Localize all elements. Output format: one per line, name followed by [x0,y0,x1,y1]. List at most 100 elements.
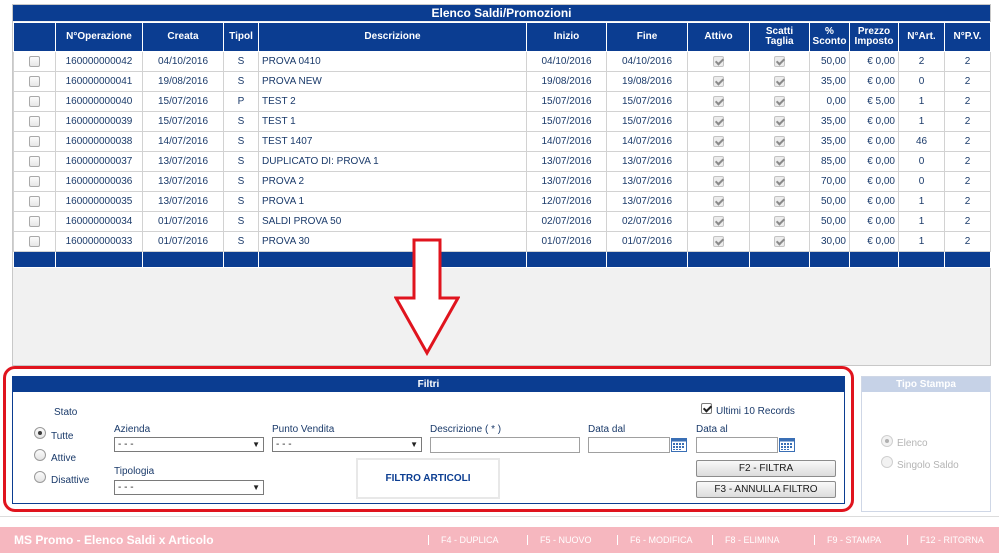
punto-vendita-select[interactable]: - - - ▼ [272,437,422,452]
sconto-cell: 0,00 [809,91,850,112]
tipol-cell: S [223,231,259,252]
blank-cell [55,251,143,268]
creata-cell: 01/07/2016 [142,231,224,252]
row-select-checkbox[interactable] [29,175,40,187]
table-row[interactable]: 160000000037 13/07/2016 S DUPLICATO DI: PRO… [13,151,991,172]
row-select-checkbox[interactable] [29,95,40,107]
creata-cell: 19/08/2016 [142,71,224,92]
scatti-taglia-cell [749,131,810,152]
column-header-sconto[interactable]: % Sconto [809,22,850,52]
elimina-key[interactable]: F8 - ELIMINA [725,527,780,553]
fine-cell: 04/10/2016 [606,51,688,72]
column-header-inizio[interactable]: Inizio [526,22,607,52]
creata-cell: 01/07/2016 [142,211,224,232]
row-select-checkbox[interactable] [29,75,40,87]
num-pv-cell: 2 [944,211,991,232]
column-header-num-art[interactable]: N°Art. [898,22,945,52]
scatti-taglia-checkbox [774,135,785,147]
table-row[interactable]: 160000000038 14/07/2016 S TEST 1407 14/07/20… [13,131,991,152]
stampa-key[interactable]: F9 - STAMPA [827,527,881,553]
stato-disattive-radio[interactable] [34,471,46,483]
annulla-filtro-button[interactable]: F3 - ANNULLA FILTRO [696,481,836,498]
row-select-checkbox[interactable] [29,115,40,127]
table-row[interactable]: 160000000033 01/07/2016 S PROVA 30 01/07/201… [13,231,991,252]
stato-attive-radio[interactable] [34,449,46,461]
num-art-cell: 1 [898,211,945,232]
column-header-tipol[interactable]: Tipol [223,22,259,52]
data-dal-input[interactable] [588,437,670,453]
table-row[interactable]: 160000000039 15/07/2016 S TEST 1 15/07/2016 1… [13,111,991,132]
num-pv-cell: 2 [944,191,991,212]
creata-cell: 13/07/2016 [142,191,224,212]
column-header-select[interactable] [13,22,56,52]
filter-title: Filtri [13,377,844,392]
num-art-cell: 1 [898,111,945,132]
column-header-fine[interactable]: Fine [606,22,688,52]
operazione-cell: 160000000040 [55,91,143,112]
table-row[interactable]: 160000000035 13/07/2016 S PROVA 1 12/07/2016… [13,191,991,212]
num-pv-cell: 2 [944,171,991,192]
creata-cell: 13/07/2016 [142,171,224,192]
stampa-singolo-radio[interactable] [881,456,893,468]
row-select-checkbox[interactable] [29,215,40,227]
calendar-icon[interactable] [671,438,687,452]
tipol-cell: P [223,91,259,112]
footer-divider [0,516,999,517]
operazione-cell: 160000000035 [55,191,143,212]
row-select-checkbox[interactable] [29,195,40,207]
ultimi-10-checkbox[interactable] [701,403,712,414]
row-select-checkbox[interactable] [29,135,40,147]
column-header-creata[interactable]: Creata [142,22,224,52]
tipologia-select[interactable]: - - - ▼ [114,480,264,495]
column-header-descrizione[interactable]: Descrizione [258,22,527,52]
data-al-label: Data al [696,424,728,435]
inizio-cell: 04/10/2016 [526,51,607,72]
calendar-icon[interactable] [779,438,795,452]
azienda-select[interactable]: - - - ▼ [114,437,264,452]
table-row[interactable]: 160000000042 04/10/2016 S PROVA 0410 04/10/2… [13,51,991,72]
column-header-num-pv[interactable]: N°P.V. [944,22,991,52]
column-header-num-operazione[interactable]: N°Operazione [55,22,143,52]
modifica-key[interactable]: F6 - MODIFICA [630,527,693,553]
num-pv-cell: 2 [944,111,991,132]
sconto-cell: 50,00 [809,191,850,212]
row-select-checkbox[interactable] [29,155,40,167]
row-select-checkbox[interactable] [29,235,40,247]
app-window: Elenco Saldi/Promozioni N°Operazione Crea… [0,0,999,553]
ritorna-key[interactable]: F12 - RITORNA [920,527,984,553]
stampa-elenco-radio[interactable] [881,435,893,447]
filtra-button[interactable]: F2 - FILTRA [696,460,836,477]
stato-tutte-radio[interactable] [34,427,46,439]
operazione-cell: 160000000033 [55,231,143,252]
duplica-key[interactable]: F4 - DUPLICA [441,527,499,553]
column-header-prezzo-imposto[interactable]: Prezzo Imposto [849,22,899,52]
fine-cell: 19/08/2016 [606,71,688,92]
fine-cell: 13/07/2016 [606,171,688,192]
sconto-cell: 35,00 [809,71,850,92]
triangle-down-icon: ▼ [410,440,418,449]
table-row[interactable]: 160000000040 15/07/2016 P TEST 2 15/07/2016 1… [13,91,991,112]
attivo-cell [687,91,750,112]
prezzo-cell: € 0,00 [849,131,899,152]
operazione-cell: 160000000034 [55,211,143,232]
blank-cell [223,251,259,268]
data-al-input[interactable] [696,437,778,453]
descrizione-label: Descrizione ( * ) [430,424,502,435]
blank-cell [749,251,810,268]
num-art-cell: 1 [898,91,945,112]
row-select-checkbox[interactable] [29,55,40,67]
blank-row [13,251,991,268]
scatti-taglia-cell [749,171,810,192]
descrizione-input[interactable] [430,437,580,453]
column-header-attivo[interactable]: Attivo [687,22,750,52]
filtro-articoli-button[interactable]: FILTRO ARTICOLI [356,458,500,499]
num-art-cell: 0 [898,151,945,172]
column-header-scatti-taglia[interactable]: Scatti Taglia [749,22,810,52]
table-row[interactable]: 160000000034 01/07/2016 S SALDI PROVA 50 02/… [13,211,991,232]
descrizione-cell: TEST 1 [258,111,527,132]
grid-title: Elenco Saldi/Promozioni [13,5,990,21]
table-row[interactable]: 160000000041 19/08/2016 S PROVA NEW 19/08/20… [13,71,991,92]
table-row[interactable]: 160000000036 13/07/2016 S PROVA 2 13/07/2016… [13,171,991,192]
nuovo-key[interactable]: F5 - NUOVO [540,527,592,553]
attivo-cell [687,131,750,152]
